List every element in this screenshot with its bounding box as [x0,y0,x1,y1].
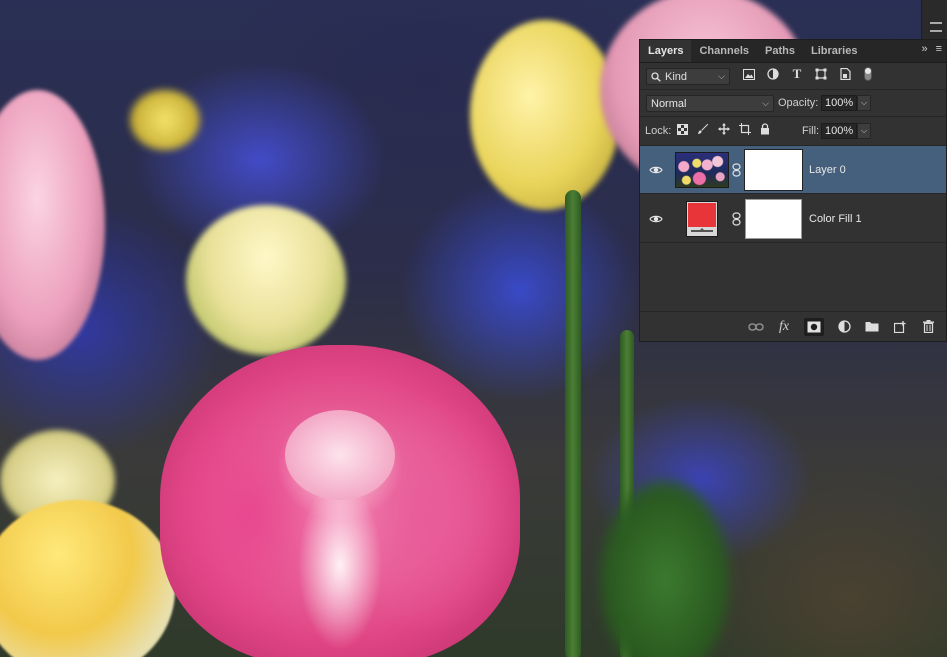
add-mask-icon[interactable] [804,317,824,336]
search-icon [651,71,661,82]
panel-options-icon[interactable] [930,22,942,32]
tab-layers[interactable]: Layers [640,40,692,62]
blend-mode-select[interactable]: Normal ⌵ [646,95,774,112]
shape-filter-icon[interactable] [814,67,828,81]
image-filter-icon[interactable] [742,67,756,81]
lock-row: Lock: Fill: 100% ⌵ [640,117,946,145]
lock-image-pixels-icon[interactable] [697,123,709,138]
dock-icon-strip[interactable] [921,0,947,39]
tab-libraries[interactable]: Libraries [803,40,865,62]
blend-mode-value: Normal [651,97,687,110]
color-fill-swatch [688,203,716,227]
tulip-small-yellow [130,90,200,150]
visibility-eye-icon[interactable] [649,212,663,226]
leaf-green-right [600,480,730,657]
lock-transparent-pixels-icon[interactable] [677,123,688,138]
fx-icon[interactable]: fx [776,319,792,335]
lock-label: Lock: [645,125,672,137]
trash-icon[interactable] [920,319,936,335]
layer-mask-thumbnail[interactable] [744,149,803,191]
adjustment-layer-icon[interactable] [836,319,852,335]
tulip-yellow-top [470,20,620,210]
layer-row-layer-0[interactable]: Layer 0 [640,146,946,194]
tulip-pink-foreground [160,345,520,657]
group-folder-icon[interactable] [864,319,880,335]
color-fill-thumbnail[interactable] [686,201,718,237]
stem-center [565,190,581,657]
color-fill-triangle-icon [699,228,705,231]
filter-row: Kind ⌵ T [640,63,946,89]
filter-icons: T [742,66,852,81]
filter-toggle[interactable] [864,67,872,81]
blend-row: Normal ⌵ Opacity: 100% ⌵ [640,90,946,116]
layer-name[interactable]: Layer 0 [809,164,846,176]
mask-link-chain-icon[interactable] [732,212,741,226]
fill-input[interactable]: 100% [821,123,857,139]
fill-dropdown[interactable]: ⌵ [857,123,871,139]
layer-name[interactable]: Color Fill 1 [809,213,862,225]
tab-paths[interactable]: Paths [757,40,803,62]
type-filter-icon[interactable]: T [790,66,804,81]
opacity-dropdown[interactable]: ⌵ [857,95,871,111]
smart-object-filter-icon[interactable] [838,67,852,81]
tulip-yellow-bottom-left [0,500,175,657]
layer-thumbnail[interactable] [675,152,729,188]
filter-kind-label: Kind [665,70,688,83]
link-layers-icon[interactable] [748,319,764,335]
tulip-pink-left [0,90,105,360]
adjustment-filter-icon[interactable] [766,67,780,81]
tulip-petal-inner [285,410,395,500]
lock-icons [677,123,770,138]
tulip-cream-mid [186,205,346,355]
visibility-eye-icon[interactable] [649,163,663,177]
filter-kind-select[interactable]: Kind ⌵ [646,68,730,85]
layers-list: Layer 0 Color Fill 1 [640,145,946,306]
tab-channels[interactable]: Channels [691,40,757,62]
lock-artboard-icon[interactable] [739,123,751,138]
panel-menu: » ≡ [921,43,942,55]
opacity-input[interactable]: 100% [821,95,857,111]
new-layer-icon[interactable] [892,319,908,335]
fill-label: Fill: [802,125,820,137]
lock-all-icon[interactable] [760,123,770,138]
layer-row-color-fill-1[interactable]: Color Fill 1 [640,195,946,243]
chevron-down-icon: ⌵ [718,71,725,81]
panel-menu-icon[interactable]: ≡ [936,43,942,55]
chevron-down-icon: ⌵ [762,98,769,108]
mask-link-chain-icon[interactable] [732,163,741,177]
layers-bottom-toolbar: fx [640,311,946,341]
panel-tab-bar: Layers Channels Paths Libraries » ≡ [640,40,946,63]
opacity-label: Opacity: [778,97,819,109]
lock-position-icon[interactable] [718,123,730,138]
layers-panel[interactable]: Layers Channels Paths Libraries » ≡ Kind… [639,39,947,342]
layer-mask-thumbnail[interactable] [745,199,802,239]
collapse-panel-icon[interactable]: » [921,43,927,55]
